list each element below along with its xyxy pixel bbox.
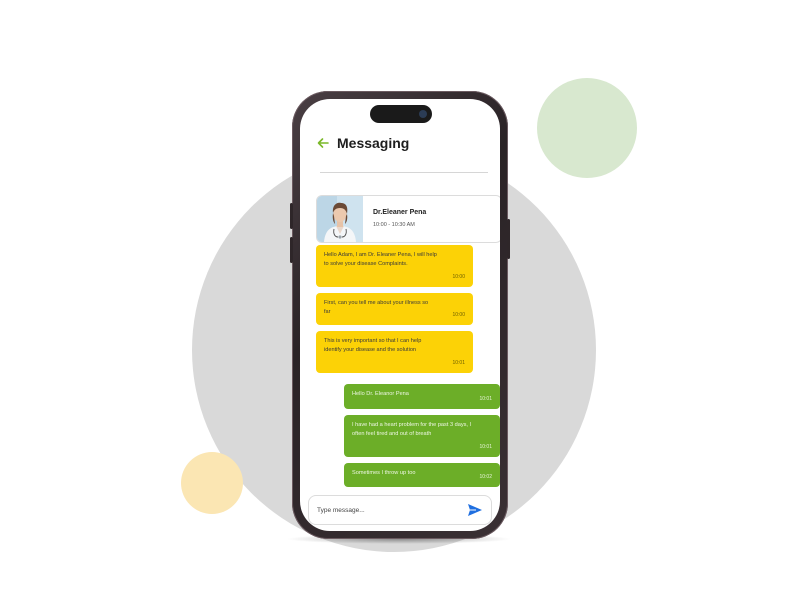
showcase-stage: Messaging Dr.Eleaner Pena 10:00 - 10:30 … (0, 0, 800, 600)
message-time: 10:00 (452, 273, 465, 280)
message-bubble-outgoing: Hello Dr. Eleanor Pena 10:01 (344, 384, 500, 409)
phone-frame: Messaging Dr.Eleaner Pena 10:00 - 10:30 … (290, 91, 510, 539)
app-header: Messaging (300, 129, 500, 159)
appointment-time: 10:00 - 10:30 AM (373, 222, 415, 228)
doctor-avatar (317, 196, 363, 242)
message-text: Sometimes I throw up too (352, 470, 416, 476)
doctor-card[interactable]: Dr.Eleaner Pena 10:00 - 10:30 AM (316, 195, 500, 243)
phone-screen: Messaging Dr.Eleaner Pena 10:00 - 10:30 … (300, 99, 500, 531)
message-bubble-outgoing: I have had a heart problem for the past … (344, 415, 500, 457)
message-input[interactable] (317, 503, 457, 517)
header-divider (320, 172, 488, 173)
message-time: 10:01 (452, 359, 465, 366)
message-text: Hello Adam, I am Dr. Eleaner Pena, I wil… (324, 252, 437, 267)
volume-button (290, 237, 293, 263)
message-text: This is very important so that I can hel… (324, 338, 422, 353)
message-time: 10:01 (479, 395, 492, 402)
send-icon[interactable] (467, 503, 483, 517)
message-bubble-incoming: First, can you tell me about your illnes… (316, 293, 473, 325)
message-time: 10:01 (479, 443, 492, 450)
message-time: 10:00 (452, 311, 465, 318)
message-composer (308, 495, 492, 525)
background-circle-green (537, 78, 637, 178)
camera-icon (419, 110, 427, 118)
background-circle-yellow (181, 452, 243, 514)
power-button (507, 219, 510, 259)
message-text: First, can you tell me about your illnes… (324, 300, 429, 315)
message-text: I have had a heart problem for the past … (352, 422, 472, 437)
volume-button (290, 203, 293, 229)
arrow-left-icon[interactable] (316, 136, 330, 150)
message-bubble-outgoing: Sometimes I throw up too 10:02 (344, 463, 500, 487)
message-bubble-incoming: Hello Adam, I am Dr. Eleaner Pena, I wil… (316, 245, 473, 287)
doctor-name: Dr.Eleaner Pena (373, 209, 427, 216)
message-time: 10:02 (479, 473, 492, 480)
message-text: Hello Dr. Eleanor Pena (352, 391, 409, 397)
dynamic-island (370, 105, 432, 123)
message-bubble-incoming: This is very important so that I can hel… (316, 331, 473, 373)
page-title: Messaging (337, 135, 410, 151)
